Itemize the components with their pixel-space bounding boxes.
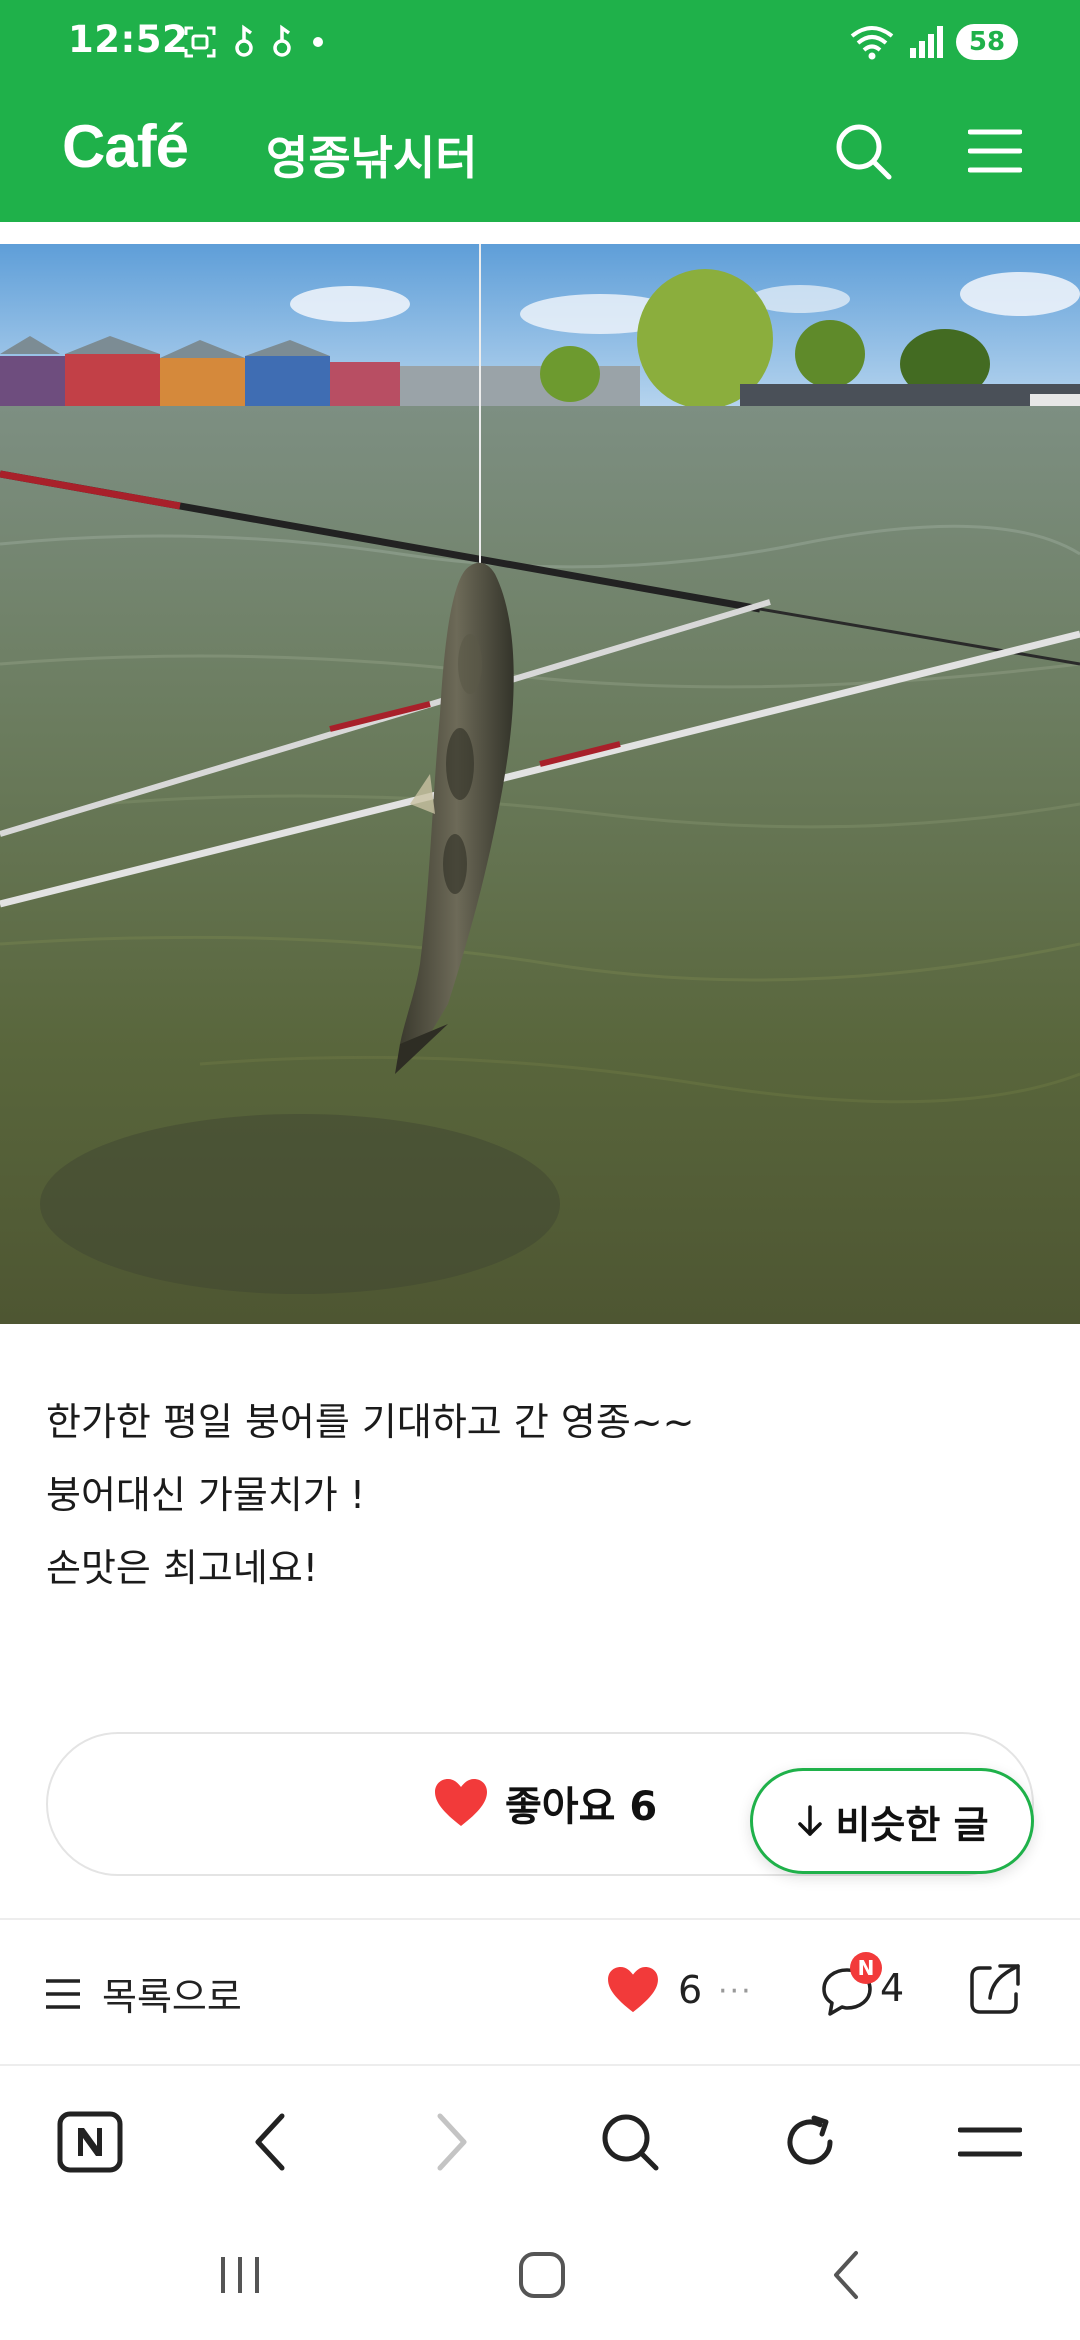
search-button[interactable] (828, 116, 898, 186)
forward-arrow-icon (437, 2113, 467, 2171)
more-icon[interactable]: ··· (718, 1974, 753, 2009)
arrow-down-icon (798, 1805, 823, 1836)
fishing-photo (0, 244, 1080, 1324)
browser-toolbar (0, 2066, 1080, 2206)
screenshot-icon (184, 26, 216, 58)
heart-icon (608, 1966, 658, 2013)
browser-search-button[interactable] (590, 2102, 670, 2182)
back-to-list-label: 목록으로 (102, 1975, 242, 2019)
top-bar: 12:52 58 Café 영종낚시터 (0, 0, 1080, 222)
dot-icon (313, 37, 323, 47)
like-button[interactable]: 좋아요 6 (433, 1774, 657, 1832)
browser-menu-button[interactable] (950, 2102, 1030, 2182)
similar-posts-button[interactable]: 비슷한 글 (750, 1768, 1034, 1874)
search-icon (836, 124, 892, 180)
status-right-icons: 58 (848, 20, 1018, 64)
back-to-list-button[interactable]: 목록으로 (44, 1966, 242, 2021)
signal-icon (910, 26, 943, 58)
post-line: 손맛은 최고네요! (46, 1546, 319, 1590)
recent-apps-icon (221, 2257, 259, 2293)
footer-like-button[interactable]: 6 (606, 1966, 702, 2014)
new-comment-badge: N (850, 1952, 882, 1984)
post-photo[interactable] (0, 244, 1080, 1324)
heart-icon (435, 1779, 487, 1826)
comment-count: 4 (880, 1966, 905, 2010)
comment-icon-wrap: N (820, 1952, 882, 2016)
post-line: 붕어대신 가물치가 ! (46, 1473, 366, 1517)
back-arrow-icon (255, 2113, 285, 2171)
search-icon (602, 2114, 659, 2171)
comment-button[interactable]: N 4 (820, 1952, 905, 2016)
cafe-header: Café 영종낚시터 (0, 100, 1080, 200)
wifi-icon (850, 26, 894, 60)
menu-button[interactable] (960, 116, 1030, 186)
status-left-icons (182, 22, 328, 62)
menu-icon (958, 2127, 1022, 2157)
cafe-logo[interactable]: Café (62, 112, 189, 181)
similar-label: 비슷한 글 (835, 1802, 989, 1847)
battery-level: 58 (956, 24, 1018, 60)
home-button[interactable] (502, 2240, 582, 2310)
system-back-button[interactable] (806, 2240, 886, 2310)
refresh-icon (787, 2115, 833, 2165)
share-button[interactable] (966, 1960, 1024, 2022)
post-line: 한가한 평일 붕어를 기대하고 간 영종~~ (46, 1400, 695, 1444)
post-footer: 목록으로 6 ··· N 4 (0, 1922, 1080, 2062)
divider (0, 1918, 1080, 1920)
notification-icon (273, 24, 291, 57)
system-navigation (0, 2210, 1080, 2340)
browser-back-button[interactable] (230, 2102, 310, 2182)
refresh-button[interactable] (770, 2102, 850, 2182)
back-icon (834, 2251, 858, 2299)
status-bar: 12:52 58 (0, 0, 1080, 84)
footer-like-count: 6 (678, 1968, 703, 2012)
status-time: 12:52 (68, 18, 189, 61)
browser-forward-button[interactable] (412, 2102, 492, 2182)
share-icon (970, 1964, 1020, 2014)
home-icon (519, 2252, 565, 2298)
list-icon (46, 1978, 80, 2009)
naver-home-icon (57, 2111, 123, 2173)
notification-icon (235, 24, 253, 57)
post-content: 한가한 평일 붕어를 기대하고 간 영종~~ 붕어대신 가물치가 ! 손맛은 최… (46, 1386, 1036, 1605)
like-label: 좋아요 6 (505, 1784, 658, 1830)
naver-home-button[interactable] (50, 2102, 130, 2182)
menu-icon (968, 129, 1022, 173)
recent-apps-button[interactable] (200, 2240, 280, 2310)
cafe-name[interactable]: 영종낚시터 (266, 122, 478, 188)
